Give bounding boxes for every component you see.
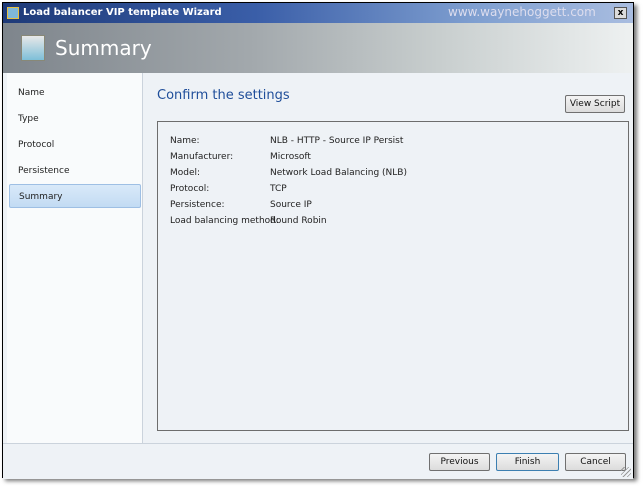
wizard-icon <box>21 35 45 61</box>
setting-row: Load balancing method: Round Robin <box>170 216 327 226</box>
watermark: www.waynehoggett.com <box>448 5 596 19</box>
section-heading: Confirm the settings <box>157 88 290 103</box>
close-button[interactable]: x <box>614 7 627 19</box>
wizard-header: Summary <box>3 23 633 73</box>
settings-summary: Name: NLB - HTTP - Source IP Persist Manu… <box>157 121 629 431</box>
step-summary[interactable]: Summary <box>9 184 141 208</box>
step-type[interactable]: Type <box>9 107 141 131</box>
previous-button[interactable]: Previous <box>429 453 490 471</box>
setting-row: Protocol: TCP <box>170 184 287 194</box>
setting-row: Persistence: Source IP <box>170 200 312 210</box>
app-icon <box>7 7 19 19</box>
setting-row: Name: NLB - HTTP - Source IP Persist <box>170 136 404 146</box>
setting-row: Model: Network Load Balancing (NLB) <box>170 168 407 178</box>
step-protocol[interactable]: Protocol <box>9 133 141 157</box>
setting-row: Manufacturer: Microsoft <box>170 152 311 162</box>
resize-grip[interactable] <box>621 467 631 477</box>
wizard-steps: Name Type Protocol Persistence Summary <box>7 73 143 443</box>
step-persistence[interactable]: Persistence <box>9 159 141 183</box>
wizard-footer: Previous Finish Cancel <box>3 443 633 479</box>
step-name[interactable]: Name <box>9 81 141 105</box>
title-bar: Load balancer VIP template Wizard www.wa… <box>3 3 633 23</box>
window-title: Load balancer VIP template Wizard <box>23 7 222 18</box>
view-script-button[interactable]: View Script <box>565 95 625 113</box>
cancel-button[interactable]: Cancel <box>565 453 626 471</box>
wizard-window: Load balancer VIP template Wizard www.wa… <box>2 2 634 479</box>
finish-button[interactable]: Finish <box>496 453 559 471</box>
page-title: Summary <box>55 36 152 60</box>
